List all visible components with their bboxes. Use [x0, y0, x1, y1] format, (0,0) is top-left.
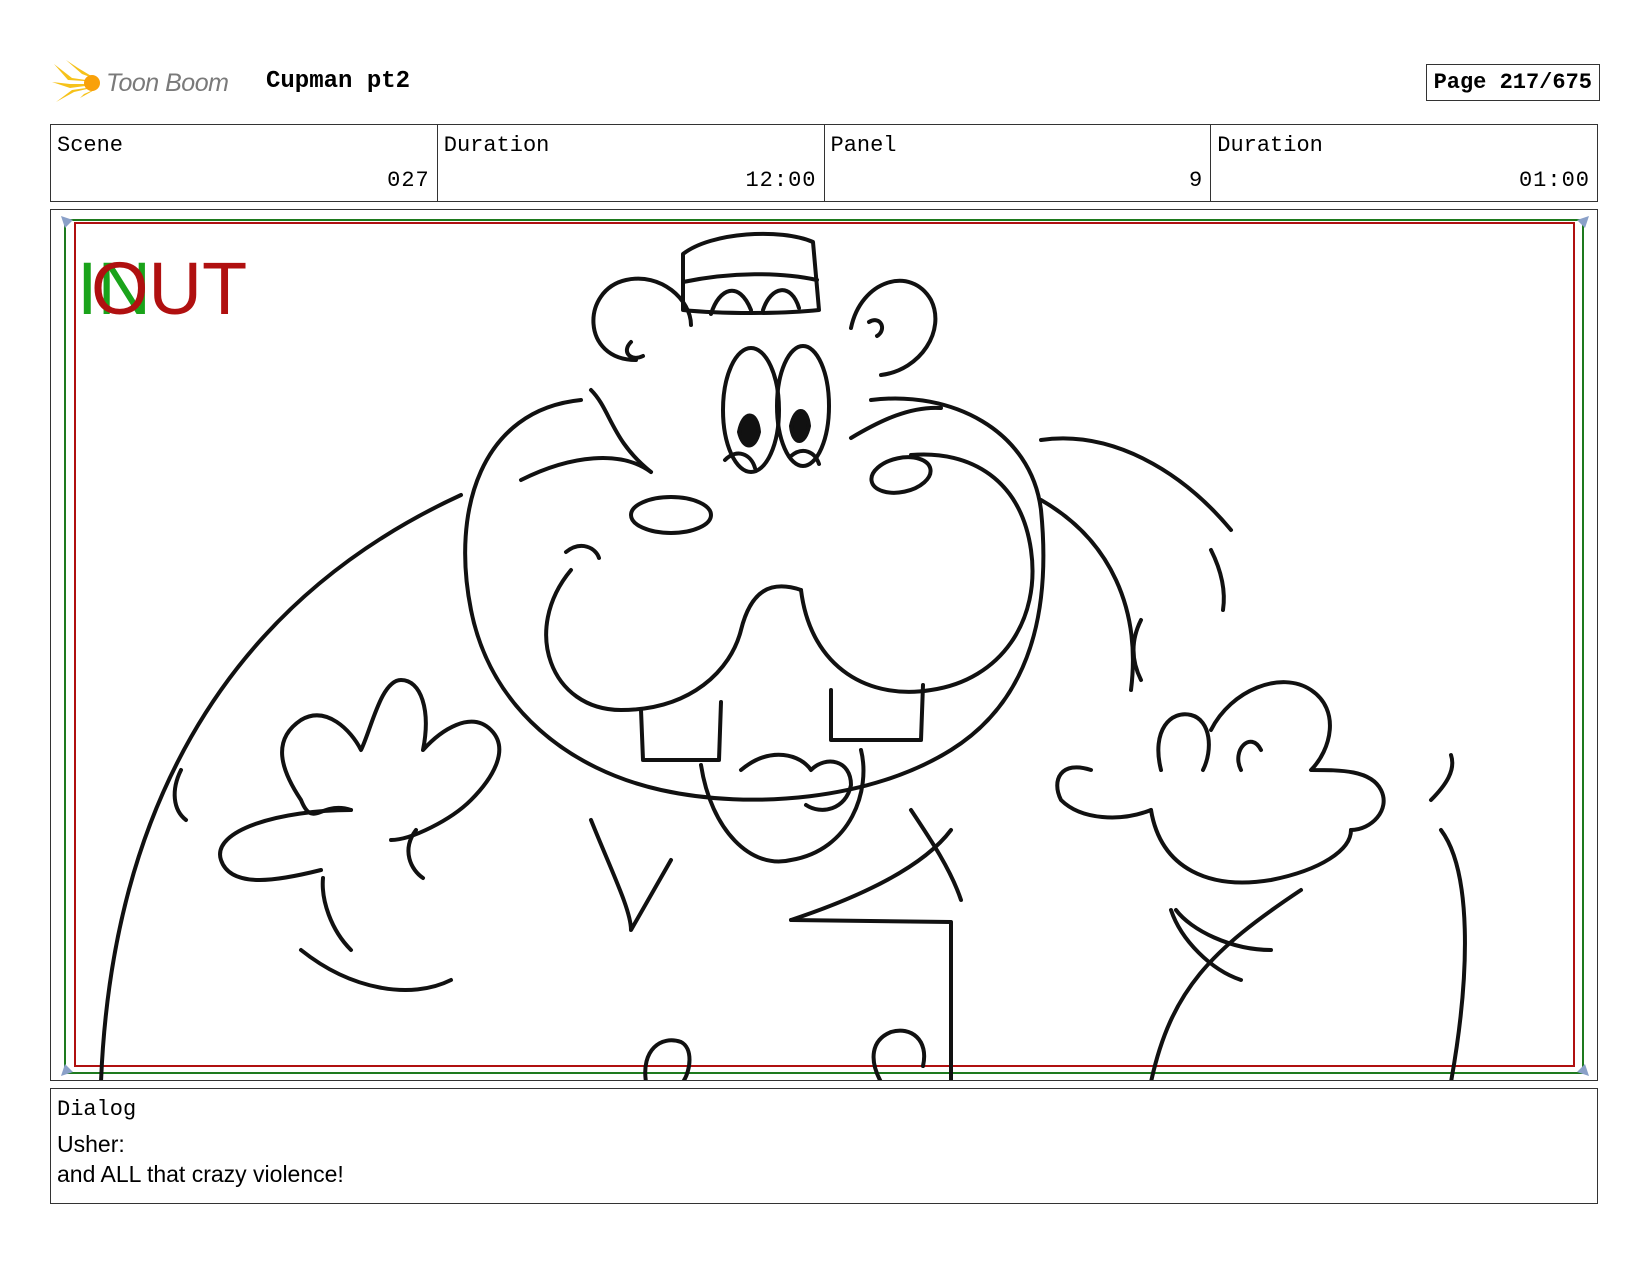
panel-duration-value: 01:00 — [1518, 168, 1590, 193]
scene-cell: Scene 027 — [51, 125, 438, 201]
scene-duration-cell: Duration 12:00 — [438, 125, 825, 201]
logo-text: Toon Boom — [106, 68, 229, 97]
scene-duration-label: Duration — [443, 133, 550, 158]
out-marker: OUT — [91, 247, 247, 330]
scene-info-table: Scene 027 Duration 12:00 Panel 9 Duratio… — [50, 124, 1598, 202]
panel-value: 9 — [1189, 168, 1204, 193]
project-title: Cupman pt2 — [266, 68, 411, 95]
page-number: Page 217/675 — [1425, 64, 1600, 101]
dialog-label: Dialog — [57, 1097, 137, 1122]
out-safe-frame — [74, 222, 1575, 1067]
panel-duration-cell: Duration 01:00 — [1211, 125, 1597, 201]
dialog-speaker: Usher: — [57, 1131, 125, 1157]
scene-duration-value: 12:00 — [745, 168, 817, 193]
dialog-box: Dialog Usher: and ALL that crazy violenc… — [50, 1088, 1598, 1204]
toon-boom-logo-icon — [52, 60, 100, 106]
in-safe-frame — [64, 219, 1584, 1074]
header: Toon Boom Cupman pt2 Page 217/675 — [52, 58, 1600, 108]
corner-markers — [61, 216, 1589, 1076]
dialog-text: Usher: and ALL that crazy violence! — [57, 1129, 344, 1189]
toon-boom-logo: Toon Boom — [52, 60, 229, 106]
panel-drawing: IN OUT — [61, 216, 1589, 1080]
dialog-line: and ALL that crazy violence! — [57, 1161, 344, 1187]
panel-label: Panel — [830, 133, 897, 158]
panel-cell: Panel 9 — [825, 125, 1212, 201]
scene-value: 027 — [387, 168, 430, 193]
scene-label: Scene — [57, 133, 124, 158]
character-sketch — [99, 231, 1467, 1080]
storyboard-panel: IN OUT — [50, 209, 1598, 1081]
panel-duration-label: Duration — [1217, 133, 1323, 158]
